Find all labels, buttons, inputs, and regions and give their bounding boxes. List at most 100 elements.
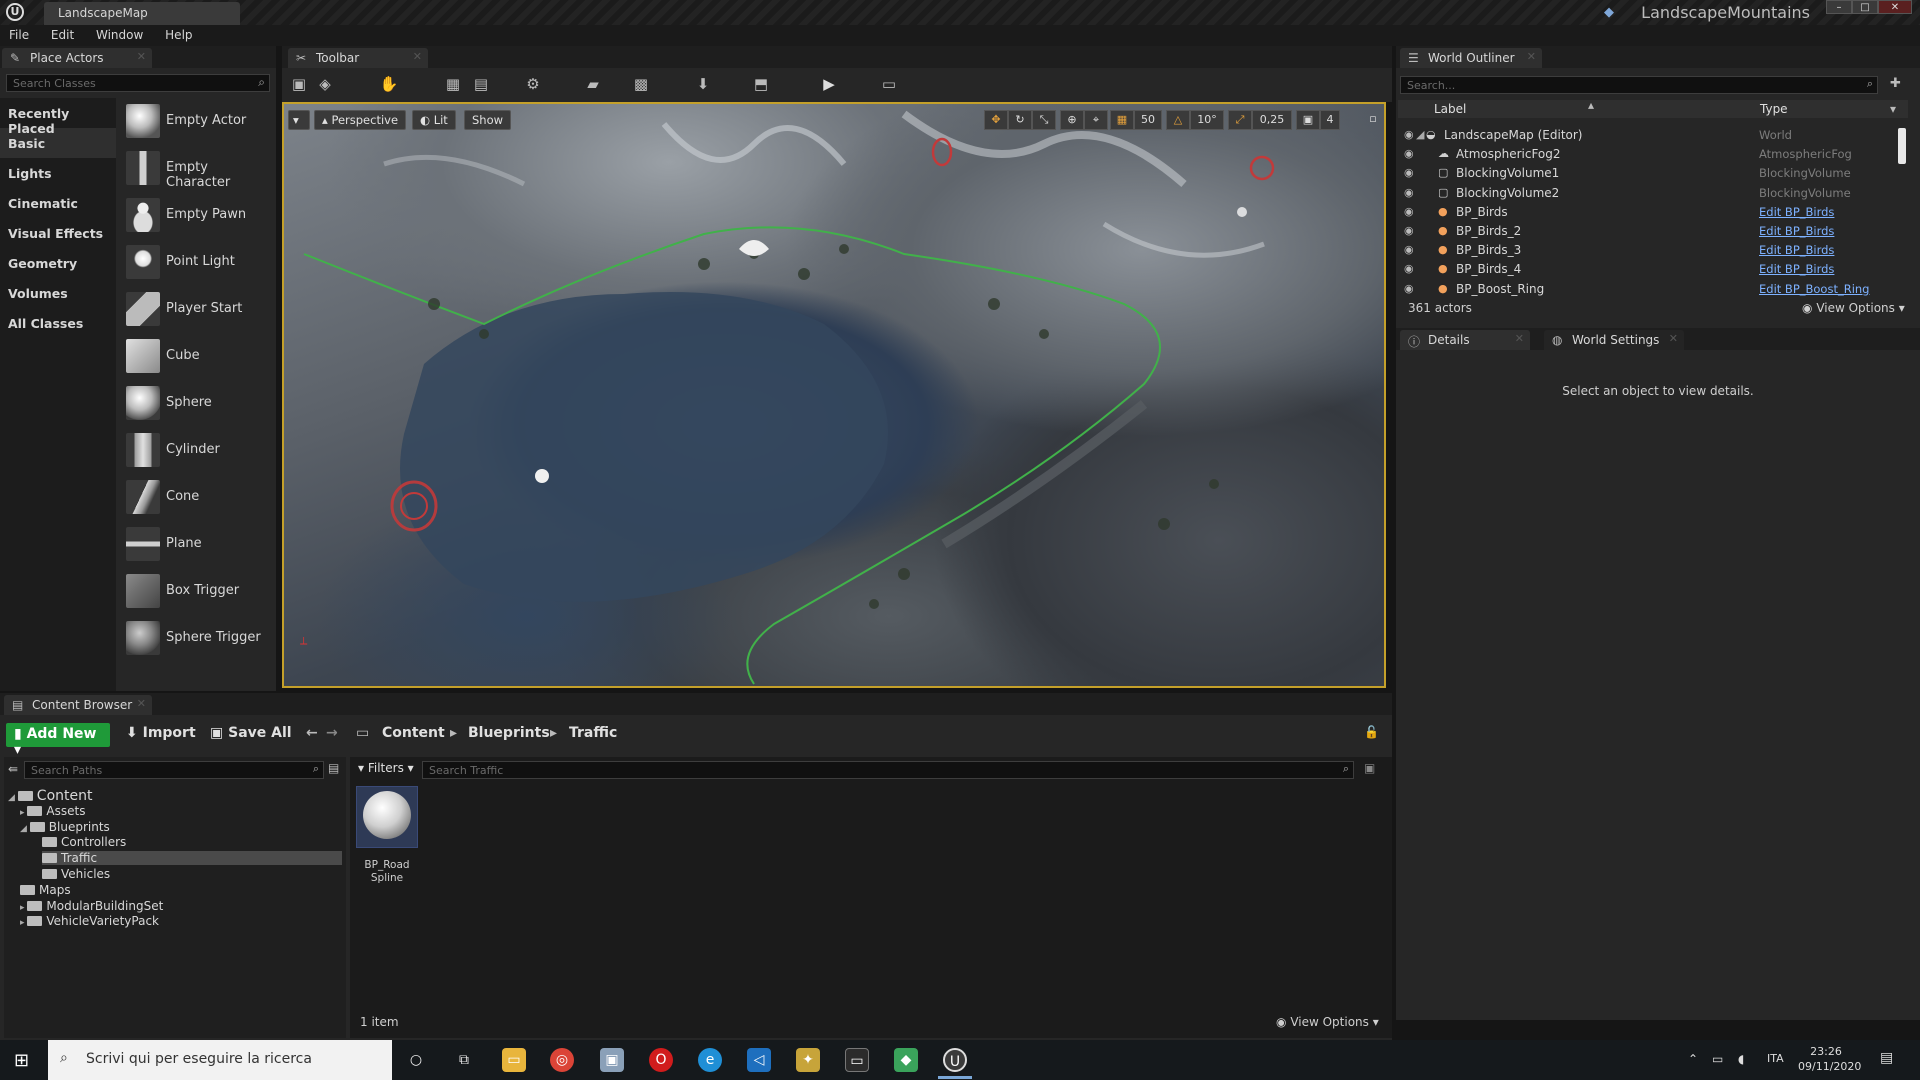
menu-file[interactable]: File [0, 25, 38, 45]
maximize-button[interactable]: □ [1852, 0, 1878, 14]
outliner-row-type[interactable]: Edit BP_Boost_Ring [1759, 282, 1870, 296]
category-all-classes[interactable]: All Classes [0, 308, 116, 338]
visibility-eye-icon[interactable]: ◉ [1404, 128, 1414, 141]
breadcrumb-separator-icon[interactable]: ▸ [450, 725, 457, 741]
maximize-viewport-icon[interactable]: ▫ [1364, 110, 1382, 130]
terminal-icon[interactable]: ▭ [845, 1048, 869, 1072]
visibility-eye-icon[interactable]: ◉ [1404, 243, 1414, 256]
menu-edit[interactable]: Edit [42, 25, 83, 45]
breadcrumb-traffic[interactable]: Traffic [569, 725, 617, 741]
forward-arrow-icon[interactable]: → [326, 725, 338, 741]
paint-icon[interactable]: ✦ [796, 1048, 820, 1072]
outliner-row[interactable]: ◉ ▢ BlockingVolume1 BlockingVolume [1398, 164, 1898, 183]
search-classes-input[interactable]: Search Classes ⌕ [6, 74, 270, 92]
content-view-options[interactable]: ◉ View Options ▾ [1276, 1015, 1379, 1029]
show-button[interactable]: Show [464, 110, 512, 130]
network-icon[interactable]: ▭ [1712, 1052, 1723, 1066]
map-tab[interactable]: LandscapeMap [44, 2, 240, 25]
close-tab-icon[interactable]: ✕ [1669, 332, 1678, 345]
grid-snap-icon[interactable]: ▦ [1110, 110, 1134, 130]
outliner-row-type[interactable]: Edit BP_Birds [1759, 224, 1834, 238]
folder-tree-item[interactable]: Maps [20, 883, 71, 897]
lock-icon[interactable]: 🔓 [1364, 725, 1379, 739]
save-all-button[interactable]: ▣ Save All [210, 725, 292, 741]
menu-help[interactable]: Help [156, 25, 201, 45]
outliner-row-type[interactable]: Edit BP_Birds [1759, 205, 1834, 219]
lit-button[interactable]: ◐ Lit [412, 110, 456, 130]
vscode-icon[interactable]: ◁ [747, 1048, 771, 1072]
chrome-icon[interactable]: ◎ [550, 1048, 574, 1072]
surface-snap-icon[interactable]: ⌖ [1084, 110, 1108, 130]
outliner-scrollbar-thumb[interactable] [1898, 128, 1906, 164]
breadcrumb-content[interactable]: Content [382, 725, 445, 741]
photos-icon[interactable]: ▣ [600, 1048, 624, 1072]
visibility-eye-icon[interactable]: ◉ [1404, 186, 1414, 199]
actor-item-sphere-trigger[interactable]: Sphere Trigger [118, 617, 276, 664]
tab-world-settings[interactable]: ◍ World Settings ✕ [1544, 330, 1684, 350]
visibility-eye-icon[interactable]: ◉ [1404, 224, 1414, 237]
level-viewport[interactable]: ▾ ▴ Perspective ◐ Lit Show ✥ ↻ ⤡ ⊕ ⌖ ▦ 5… [282, 102, 1386, 688]
folder-tree-item[interactable]: Vehicles [42, 867, 110, 881]
grid-snap-value[interactable]: 50 [1134, 110, 1162, 130]
actor-item-cylinder[interactable]: Cylinder [118, 429, 276, 476]
unreal-engine-icon[interactable]: U [943, 1048, 967, 1072]
outliner-row[interactable]: ◉ ▢ BlockingVolume2 BlockingVolume [1398, 184, 1898, 203]
import-button[interactable]: ⬇ Import [126, 725, 196, 741]
world-space-icon[interactable]: ⊕ [1060, 110, 1084, 130]
actor-item-empty-actor[interactable]: Empty Actor [118, 100, 276, 147]
filters-button[interactable]: ▾ Filters ▾ [358, 761, 414, 775]
save-icon[interactable]: ▣ [288, 75, 310, 95]
tray-chevron-icon[interactable]: ⌃ [1688, 1052, 1698, 1066]
outliner-row[interactable]: ◉ ● BP_Birds_2 Edit BP_Birds [1398, 222, 1898, 241]
breadcrumb-separator-icon[interactable]: ▸ [550, 725, 557, 741]
rotation-snap-icon[interactable]: △ [1166, 110, 1190, 130]
tab-details[interactable]: ⓘ Details ✕ [1400, 330, 1530, 350]
launch-icon[interactable]: ▭ [878, 75, 900, 95]
outliner-row[interactable]: ◉ ● BP_Boost_Ring Edit BP_Boost_Ring [1398, 280, 1898, 299]
actor-item-empty-character[interactable]: Empty Character [118, 147, 276, 194]
settings-icon[interactable]: ⚙ [522, 75, 544, 95]
tree-expander-icon[interactable]: ▸ [20, 903, 27, 913]
translate-icon[interactable]: ✥ [984, 110, 1008, 130]
close-tab-icon[interactable]: ✕ [137, 50, 146, 63]
asset-thumbnail-bp-road-spline[interactable] [356, 786, 418, 848]
column-label[interactable]: Label [1434, 102, 1466, 116]
visibility-eye-icon[interactable]: ◉ [1404, 205, 1414, 218]
tree-expander-icon[interactable]: ▸ [20, 808, 27, 818]
asset-name[interactable]: BP_Road Spline [350, 859, 424, 885]
cortana-icon[interactable]: ○ [404, 1048, 428, 1072]
minimize-button[interactable]: – [1826, 0, 1852, 14]
perspective-button[interactable]: ▴ Perspective [314, 110, 407, 130]
tree-expander-icon[interactable]: ◢ [20, 824, 30, 834]
content-icon[interactable]: ▦ [442, 75, 464, 95]
folder-tree-item[interactable]: ◢ Blueprints [20, 820, 110, 834]
rotate-icon[interactable]: ↻ [1008, 110, 1032, 130]
tree-expander-icon[interactable]: ◢ [8, 793, 18, 803]
modes-icon[interactable]: ✋ [378, 75, 400, 95]
build-icon[interactable]: ⬇ [692, 75, 714, 95]
actor-item-plane[interactable]: Plane [118, 523, 276, 570]
actor-item-point-light[interactable]: Point Light [118, 241, 276, 288]
actor-item-sphere[interactable]: Sphere [118, 382, 276, 429]
column-options-icon[interactable]: ▾ [1890, 102, 1896, 116]
scale-snap-value[interactable]: 0,25 [1252, 110, 1292, 130]
folder-tree-item[interactable]: ▸ Assets [20, 804, 85, 818]
outliner-row-type[interactable]: Edit BP_Birds [1759, 243, 1834, 257]
opera-icon[interactable]: O [649, 1048, 673, 1072]
toggle-sources-icon[interactable]: ⇚ [8, 762, 18, 776]
menu-window[interactable]: Window [87, 25, 152, 45]
actor-item-player-start[interactable]: Player Start [118, 288, 276, 335]
rotation-snap-value[interactable]: 10° [1190, 110, 1224, 130]
close-tab-icon[interactable]: ✕ [1515, 332, 1524, 345]
scale-icon[interactable]: ⤡ [1032, 110, 1056, 130]
camera-speed-value[interactable]: 4 [1320, 110, 1340, 130]
taskbar-search-box[interactable]: ⌕ Scrivi qui per eseguire la ricerca [48, 1040, 392, 1080]
scale-snap-icon[interactable]: ⤢ [1228, 110, 1252, 130]
blueprints-icon[interactable]: ▰ [582, 75, 604, 95]
actor-item-cube[interactable]: Cube [118, 335, 276, 382]
task-view-icon[interactable]: ⧉ [452, 1048, 476, 1072]
save-search-icon[interactable]: ▣ [1364, 761, 1375, 775]
category-lights[interactable]: Lights [0, 158, 116, 188]
clock[interactable]: 23:26 09/11/2020 [1798, 1044, 1861, 1074]
folder-tree-item[interactable]: Traffic [42, 851, 342, 866]
